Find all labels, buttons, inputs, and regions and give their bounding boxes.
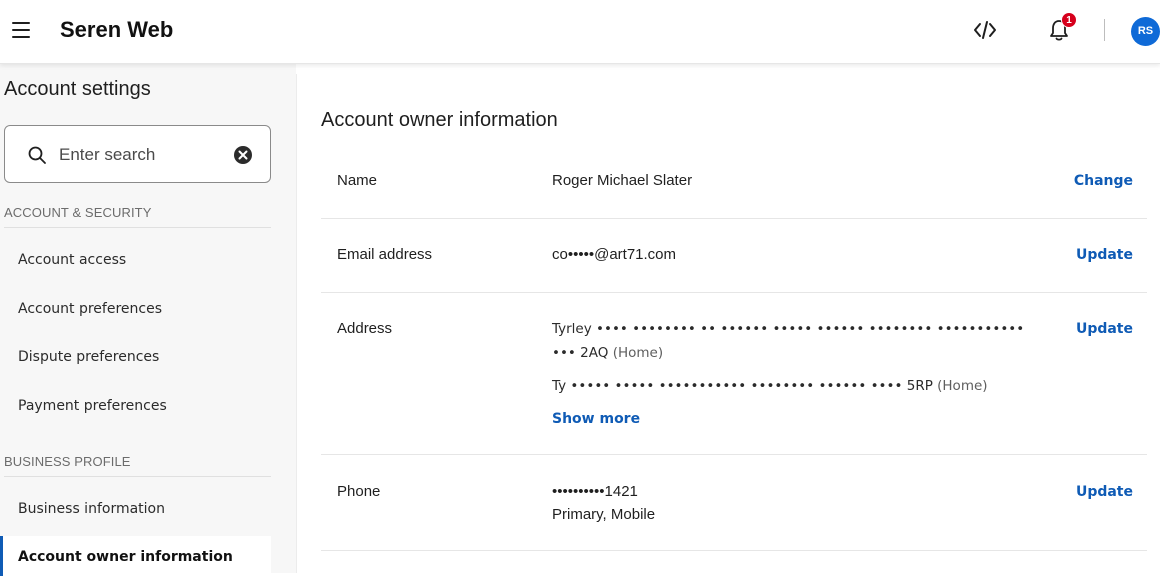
search-input[interactable] [59,140,229,170]
name-value: Roger Michael Slater [552,172,693,189]
phone-type: Primary, Mobile [552,506,656,523]
app-title: Seren Web [60,17,174,42]
email-row: Email address co•••••@art71.com Update [321,219,1147,293]
main-panel: Account owner information Name Roger Mic… [296,74,1160,573]
sidebar-item-dispute-preferences[interactable]: Dispute preferences [0,336,271,380]
header-divider [1104,19,1105,41]
show-more-link[interactable]: Show more [552,411,640,427]
sidebar-item-label: Account access [18,252,127,268]
email-value: co•••••@art71.com [552,246,677,263]
name-row: Name Roger Michael Slater Change [321,144,1147,219]
phone-label: Phone [337,483,381,500]
menu-icon[interactable] [12,22,30,38]
avatar[interactable]: RS [1131,17,1160,46]
search-icon [28,146,46,164]
sidebar-item-label: Business information [18,501,165,517]
top-bar: Seren Web 1 RS [0,0,1160,64]
sidebar-title: Account settings [4,78,151,100]
address-line-3: Ty ••••• ••••• ••••••••••• •••••••• ••••… [552,378,988,394]
address-line-1: Tyrley •••• •••••••• •• •••••• ••••• •••… [552,321,1025,337]
sidebar: Account settings ACCOUNT & SECURITY Acco… [0,64,296,576]
sidebar-item-account-access[interactable]: Account access [0,239,271,283]
phone-value: ••••••••••1421 [552,483,638,500]
phone-row: Phone ••••••••••1421 Primary, Mobile Upd… [321,455,1147,551]
clear-search-icon[interactable] [233,145,253,165]
section-divider [4,227,271,228]
sidebar-item-label: Account owner information [18,549,233,565]
name-label: Name [337,172,378,189]
address-label: Address [337,320,393,337]
search-box [4,125,271,183]
address-line-3-tag: (Home) [937,378,988,394]
address-row: Address Tyrley •••• •••••••• •• •••••• •… [321,293,1147,455]
sidebar-item-account-preferences[interactable]: Account preferences [0,288,271,332]
page-title: Account owner information [321,109,558,131]
notification-badge: 1 [1061,12,1077,28]
sidebar-item-account-owner-information[interactable]: Account owner information [0,536,271,576]
address-line-3-text: Ty ••••• ••••• ••••••••••• •••••••• ••••… [552,378,933,394]
sidebar-item-payment-preferences[interactable]: Payment preferences [0,385,271,429]
update-email-link[interactable]: Update [1076,247,1133,263]
sidebar-item-label: Account preferences [18,301,163,317]
section-header-business-profile: BUSINESS PROFILE [4,454,131,469]
email-label: Email address [337,246,433,263]
address-line-2-tag: (Home) [612,345,664,361]
address-line-2-text: ••• 2AQ [552,345,609,361]
section-divider [4,476,271,477]
change-name-link[interactable]: Change [1074,173,1133,189]
sidebar-item-label: Payment preferences [18,398,167,414]
update-address-link[interactable]: Update [1076,321,1133,337]
sidebar-item-label: Dispute preferences [18,349,160,365]
sidebar-item-business-information[interactable]: Business information [0,488,271,532]
section-header-account-security: ACCOUNT & SECURITY [4,205,152,220]
code-icon[interactable] [973,20,997,40]
address-line-2: ••• 2AQ (Home) [552,345,663,361]
update-phone-link[interactable]: Update [1076,484,1133,500]
